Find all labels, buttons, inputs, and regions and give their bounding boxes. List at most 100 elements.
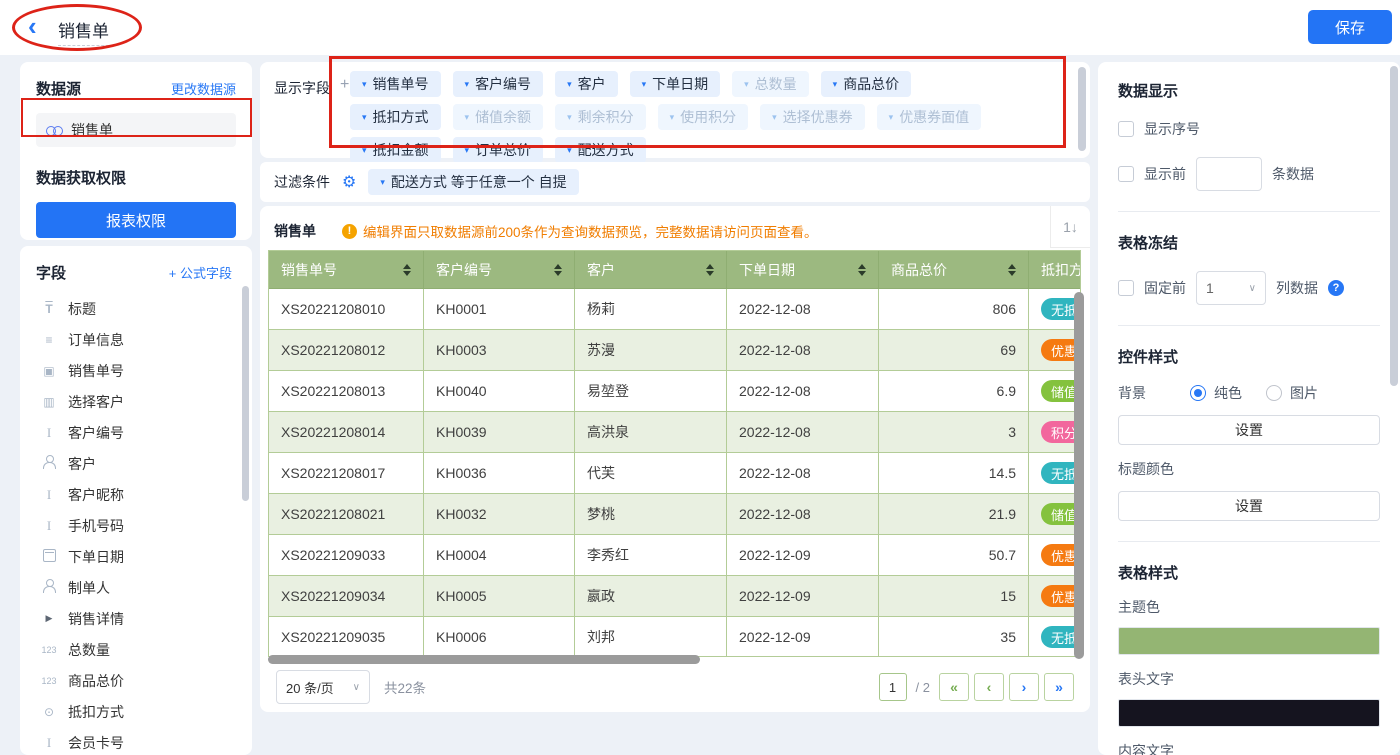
table-vertical-scrollbar[interactable] (1074, 292, 1084, 659)
freeze-columns-checkbox[interactable] (1118, 280, 1134, 296)
field-item[interactable]: 123 商品总价 (36, 665, 242, 696)
field-item[interactable]: 客户 (36, 448, 242, 479)
title-color-set-button[interactable]: 设置 (1118, 491, 1380, 521)
table-cell: 易堃登 (575, 371, 727, 412)
table-row[interactable]: XS20221208021 KH0032 梦桃 2022-12-08 21.9 储值 (269, 494, 1080, 535)
header-text-color-swatch[interactable] (1118, 699, 1380, 727)
datasource-item-label: 销售单 (71, 122, 113, 138)
display-field-tag[interactable]: ▾ 抵扣方式 (350, 104, 441, 130)
table-row[interactable]: XS20221209033KH0004李秀红2022-12-0950.7优惠券 (269, 535, 1080, 576)
background-set-button[interactable]: 设置 (1118, 415, 1380, 445)
display-field-tag[interactable]: ▾ 订单总价 (452, 137, 544, 163)
add-display-field-icon[interactable]: + (340, 76, 349, 94)
current-page-input[interactable]: 1 (878, 673, 907, 701)
table-horizontal-scrollbar[interactable] (268, 655, 700, 664)
column-header[interactable]: 销售单号 (269, 251, 424, 289)
save-button[interactable]: 保存 (1308, 10, 1392, 44)
field-item[interactable]: ▶ 销售详情 (36, 603, 242, 634)
table-row[interactable]: XS20221208013 KH0040 易堃登 2022-12-08 6.9 储值 (269, 371, 1080, 412)
table-row[interactable]: XS20221208012KH0003苏漫2022-12-0869优惠券 (269, 330, 1080, 371)
display-field-tag[interactable]: ▾ 商品总价 (820, 71, 912, 97)
field-item[interactable]: 123 总数量 (36, 634, 242, 665)
display-field-tag[interactable]: ▾ 客户 (555, 71, 618, 97)
help-icon[interactable]: ? (1328, 280, 1344, 296)
settings-scrollbar[interactable] (1390, 66, 1398, 386)
display-field-tag[interactable]: ▾ 总数量 (732, 71, 809, 97)
column-header[interactable]: 客户编号 (424, 251, 575, 289)
column-header[interactable]: 抵扣方式 (1029, 251, 1080, 289)
table-cell: XS20221208010 (269, 289, 424, 330)
last-page-button[interactable]: » (1044, 673, 1074, 701)
display-field-tag[interactable]: ▾ 抵扣金额 (350, 137, 441, 163)
display-field-tag[interactable]: ▾ 储值余额 (452, 104, 544, 130)
back-icon[interactable]: ‹ (28, 13, 37, 39)
table-row[interactable]: XS20221208010KH0001杨莉2022-12-08806无抵扣 (269, 289, 1080, 330)
sort-arrows-icon[interactable] (554, 263, 562, 276)
tag-label: 储值余额 (475, 109, 532, 125)
sort-arrows-icon[interactable] (858, 263, 866, 276)
table-cell: XS20221209034 (269, 576, 424, 617)
display-field-tag[interactable]: ▾ 剩余积分 (555, 104, 646, 130)
chevron-down-icon: ▾ (669, 111, 675, 122)
field-label: 总数量 (68, 641, 110, 658)
field-item[interactable]: I 客户昵称 (36, 479, 242, 510)
column-header[interactable]: 商品总价 (879, 251, 1029, 289)
show-index-checkbox[interactable] (1118, 121, 1134, 137)
column-header[interactable]: 客户 (575, 251, 727, 289)
text-icon: I (46, 734, 52, 750)
table-cell: 14.5 (879, 453, 1029, 494)
field-item[interactable]: ⊙ 抵扣方式 (36, 696, 242, 727)
change-datasource-link[interactable]: 更改数据源 (171, 79, 236, 98)
first-page-button[interactable]: « (939, 673, 969, 701)
column-header[interactable]: 下单日期 (727, 251, 879, 289)
datasource-item[interactable]: 销售单 (36, 113, 236, 147)
display-field-tag[interactable]: ▾ 使用积分 (657, 104, 749, 130)
sort-arrows-icon[interactable] (1008, 263, 1016, 276)
next-page-button[interactable]: › (1009, 673, 1039, 701)
display-field-tag[interactable]: ▾ 销售单号 (350, 71, 441, 97)
display-fields-scrollbar[interactable] (1078, 67, 1086, 151)
report-permission-button[interactable]: 报表权限 (36, 202, 236, 238)
sort-arrows-icon[interactable] (403, 263, 411, 276)
chevron-down-icon: ▾ (832, 78, 838, 89)
filter-condition-tag[interactable]: ▾ 配送方式 等于任意一个 自提 (368, 169, 579, 195)
field-item[interactable]: ▥ 选择客户 (36, 386, 242, 417)
field-item[interactable]: I 客户编号 (36, 417, 242, 448)
display-field-tag[interactable]: ▾ 选择优惠券 (760, 104, 865, 130)
fields-scrollbar[interactable] (242, 286, 249, 501)
field-item[interactable]: I 会员卡号 (36, 727, 242, 755)
warning-text: 编辑界面只取数据源前200条作为查询数据预览，完整数据请访问页面查看。 (363, 225, 818, 240)
page-size-select[interactable]: 20 条/页 ∨ (276, 670, 370, 704)
prev-page-button[interactable]: ‹ (974, 673, 1004, 701)
display-field-tag[interactable]: ▾ 配送方式 (555, 137, 646, 163)
table-row[interactable]: XS20221209034KH0005嬴政2022-12-0915优惠券 (269, 576, 1080, 617)
theme-color-swatch[interactable] (1118, 627, 1380, 655)
show-first-checkbox[interactable] (1118, 166, 1134, 182)
display-field-tag[interactable]: ▾ 优惠券面值 (876, 104, 982, 130)
display-fields-panel: 显示字段 + ▾ 销售单号 ▾ 客户编号 ▾ 客户 ▾ 下单日期 ▾ 总数量 ▾ 商品总价 ▾ 抵扣方式 ▾… (260, 62, 1090, 163)
table-row[interactable]: XS20221209035KH0006刘邦2022-12-0935无抵扣 (269, 617, 1080, 656)
solid-color-radio[interactable] (1190, 385, 1206, 401)
chevron-down-icon: ▾ (567, 78, 572, 89)
sort-arrows-icon[interactable] (706, 263, 714, 276)
field-item[interactable]: T 标题 (36, 293, 242, 324)
image-radio[interactable] (1266, 385, 1282, 401)
table-row[interactable]: XS20221208017KH0036代芙2022-12-0814.5无抵扣 (269, 453, 1080, 494)
field-item[interactable]: 下单日期 (36, 541, 242, 572)
chart-icon: ▥ (43, 394, 55, 409)
field-item[interactable]: ≡ 订单信息 (36, 324, 242, 355)
field-item[interactable]: ▣ 销售单号 (36, 355, 242, 386)
sort-order-icon[interactable]: 1↓ (1050, 206, 1090, 248)
gear-icon[interactable]: ⚙ (342, 172, 356, 192)
display-field-tag[interactable]: ▾ 客户编号 (452, 71, 544, 97)
table-row[interactable]: XS20221208014 KH0039 高洪泉 2022-12-08 3 积分 (269, 412, 1080, 453)
table-cell: 2022-12-08 (727, 412, 879, 453)
add-formula-field-link[interactable]: + 公式字段 (169, 263, 232, 282)
table-cell: 梦桃 (575, 494, 727, 535)
field-item[interactable]: I 手机号码 (36, 510, 242, 541)
show-first-count-input[interactable] (1196, 157, 1262, 191)
field-item[interactable]: 制单人 (36, 572, 242, 603)
freeze-suffix-label: 列数据 (1276, 280, 1318, 296)
freeze-count-select[interactable]: 1 ∨ (1196, 271, 1266, 305)
display-field-tag[interactable]: ▾ 下单日期 (629, 71, 721, 97)
